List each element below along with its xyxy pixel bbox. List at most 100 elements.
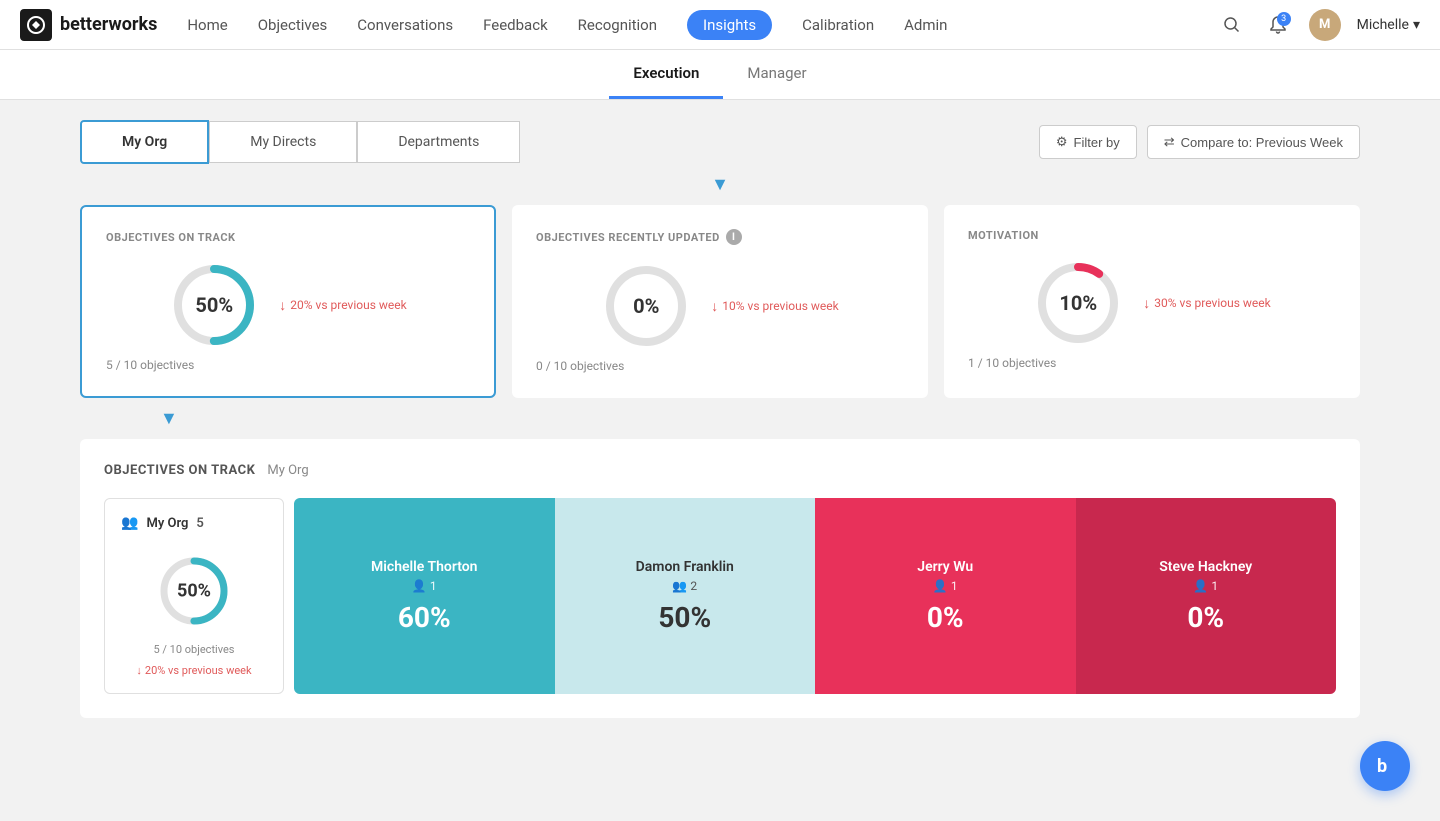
stat-sub-motivation: 1 / 10 objectives xyxy=(968,356,1056,370)
person-reports-jerry: 👤 1 xyxy=(933,579,958,593)
donut-pct-updated: 0% xyxy=(633,294,659,318)
fab-button[interactable]: b xyxy=(1360,741,1410,791)
tab-actions: ⚙ Filter by ⇄ Compare to: Previous Week xyxy=(1039,125,1360,159)
person-pct-steve: 0% xyxy=(1187,601,1224,634)
stat-card-on-track: OBJECTIVES ON TRACK 50% ↓ 20% vs previou… xyxy=(80,205,496,398)
person-card-jerry[interactable]: Jerry Wu 👤 1 0% xyxy=(815,498,1076,694)
person-reports-steve: 👤 1 xyxy=(1193,579,1218,593)
stat-change-on-track: ↓ 20% vs previous week xyxy=(279,297,406,314)
logo-icon xyxy=(20,9,52,41)
stat-body-updated: 0% ↓ 10% vs previous week xyxy=(601,261,838,351)
compare-icon: ⇄ xyxy=(1164,134,1175,150)
donut-motivation: 10% xyxy=(1033,258,1123,348)
stat-body-motivation: 10% ↓ 30% vs previous week xyxy=(1033,258,1270,348)
tab-manager[interactable]: Manager xyxy=(723,50,830,99)
logo[interactable]: betterworks xyxy=(20,9,157,41)
nav-feedback[interactable]: Feedback xyxy=(483,12,548,38)
donut-on-track: 50% xyxy=(169,260,259,350)
change-arrow-icon: ↓ xyxy=(136,664,142,677)
donut-pct-on-track: 50% xyxy=(195,293,233,317)
logo-text: betterworks xyxy=(60,14,157,35)
donut-pct-motivation: 10% xyxy=(1059,291,1097,315)
stat-card-motivation: MOTIVATION 10% ↓ 30% vs previous week 1 xyxy=(944,205,1360,398)
tab-execution[interactable]: Execution xyxy=(609,50,723,99)
person-name-damon: Damon Franklin xyxy=(636,559,734,575)
section-sub: My Org xyxy=(267,463,308,478)
section-header: OBJECTIVES ON TRACK My Org xyxy=(104,463,1336,478)
person-reports-damon: 👥 2 xyxy=(672,579,697,593)
down-arrow-icon-2: ↓ xyxy=(711,298,718,315)
sub-nav: Execution Manager xyxy=(0,50,1440,100)
section-arrow: ▼ xyxy=(80,408,1360,429)
person-pct-jerry: 0% xyxy=(927,601,964,634)
nav-conversations[interactable]: Conversations xyxy=(357,12,453,38)
tab-my-org[interactable]: My Org xyxy=(80,120,209,164)
filter-icon: ⚙ xyxy=(1056,134,1068,150)
bar-chart-area: 👥 My Org 5 50% 5 / 10 objectives ↓ 20% v… xyxy=(104,498,1336,694)
stat-sub-on-track: 5 / 10 objectives xyxy=(106,358,194,372)
search-button[interactable] xyxy=(1217,10,1247,40)
person-reports-michelle: 👤 1 xyxy=(412,579,437,593)
stat-title-motivation: MOTIVATION xyxy=(968,229,1039,242)
down-arrow-icon: ↓ xyxy=(279,297,286,314)
person-name-steve: Steve Hackney xyxy=(1159,559,1252,575)
mini-donut: 50% xyxy=(154,551,234,631)
my-org-change: ↓ 20% vs previous week xyxy=(136,664,251,677)
person-icon-damon: 👥 xyxy=(672,579,687,593)
chevron-down-icon: ▾ xyxy=(1413,17,1420,33)
stat-info-on-track: ↓ 20% vs previous week xyxy=(279,297,406,314)
nav-links: Home Objectives Conversations Feedback R… xyxy=(187,10,1216,40)
tab-arrow: ▼ xyxy=(80,174,1360,195)
person-card-damon[interactable]: Damon Franklin 👥 2 50% xyxy=(555,498,816,694)
nav-admin[interactable]: Admin xyxy=(904,12,947,38)
tab-departments[interactable]: Departments xyxy=(357,121,520,163)
stat-change-motivation: ↓ 30% vs previous week xyxy=(1143,295,1270,312)
person-card-steve[interactable]: Steve Hackney 👤 1 0% xyxy=(1076,498,1337,694)
b-icon: b xyxy=(1373,754,1397,778)
main-content: My Org My Directs Departments ⚙ Filter b… xyxy=(0,100,1440,758)
filter-button[interactable]: ⚙ Filter by xyxy=(1039,125,1137,159)
person-icon-jerry: 👤 xyxy=(933,579,948,593)
person-pct-michelle: 60% xyxy=(398,601,451,634)
stat-change-updated: ↓ 10% vs previous week xyxy=(711,298,838,315)
stat-title-updated: OBJECTIVES RECENTLY UPDATED i xyxy=(536,229,742,245)
compare-button[interactable]: ⇄ Compare to: Previous Week xyxy=(1147,125,1360,159)
my-org-sub: 5 / 10 objectives xyxy=(154,643,235,656)
stat-title-on-track: OBJECTIVES ON TRACK xyxy=(106,231,236,244)
stat-info-motivation: ↓ 30% vs previous week xyxy=(1143,295,1270,312)
person-name-jerry: Jerry Wu xyxy=(917,559,973,575)
my-org-col-title: 👥 My Org 5 xyxy=(121,515,204,531)
stat-body-on-track: 50% ↓ 20% vs previous week xyxy=(169,260,406,350)
people-icon: 👥 xyxy=(121,515,138,531)
notification-badge: 3 xyxy=(1277,12,1291,26)
stats-row: OBJECTIVES ON TRACK 50% ↓ 20% vs previou… xyxy=(80,205,1360,398)
person-icon-michelle: 👤 xyxy=(412,579,427,593)
tab-my-directs[interactable]: My Directs xyxy=(209,121,357,163)
avatar: M xyxy=(1309,9,1341,41)
stat-sub-updated: 0 / 10 objectives xyxy=(536,359,624,373)
view-tabs: My Org My Directs Departments ⚙ Filter b… xyxy=(80,120,1360,164)
svg-text:b: b xyxy=(1377,756,1387,777)
user-name-button[interactable]: Michelle ▾ xyxy=(1357,17,1420,33)
nav-objectives[interactable]: Objectives xyxy=(258,12,328,38)
my-org-column: 👥 My Org 5 50% 5 / 10 objectives ↓ 20% v… xyxy=(104,498,284,694)
person-icon-steve: 👤 xyxy=(1193,579,1208,593)
navbar: betterworks Home Objectives Conversation… xyxy=(0,0,1440,50)
section-title: OBJECTIVES ON TRACK xyxy=(104,463,255,478)
nav-home[interactable]: Home xyxy=(187,12,227,38)
person-pct-damon: 50% xyxy=(658,601,711,634)
nav-insights[interactable]: Insights xyxy=(687,10,772,40)
section-card: OBJECTIVES ON TRACK My Org 👥 My Org 5 50… xyxy=(80,439,1360,718)
donut-updated: 0% xyxy=(601,261,691,351)
person-name-michelle: Michelle Thorton xyxy=(371,559,477,575)
person-cards: Michelle Thorton 👤 1 60% Damon Franklin … xyxy=(284,498,1336,694)
info-icon[interactable]: i xyxy=(726,229,742,245)
nav-calibration[interactable]: Calibration xyxy=(802,12,874,38)
my-org-count: 5 xyxy=(196,516,203,531)
person-card-michelle[interactable]: Michelle Thorton 👤 1 60% xyxy=(294,498,555,694)
stat-card-updated: OBJECTIVES RECENTLY UPDATED i 0% ↓ 10% v… xyxy=(512,205,928,398)
nav-recognition[interactable]: Recognition xyxy=(578,12,657,38)
stat-info-updated: ↓ 10% vs previous week xyxy=(711,298,838,315)
mini-donut-pct: 50% xyxy=(177,581,211,602)
notification-button[interactable]: 3 xyxy=(1263,10,1293,40)
